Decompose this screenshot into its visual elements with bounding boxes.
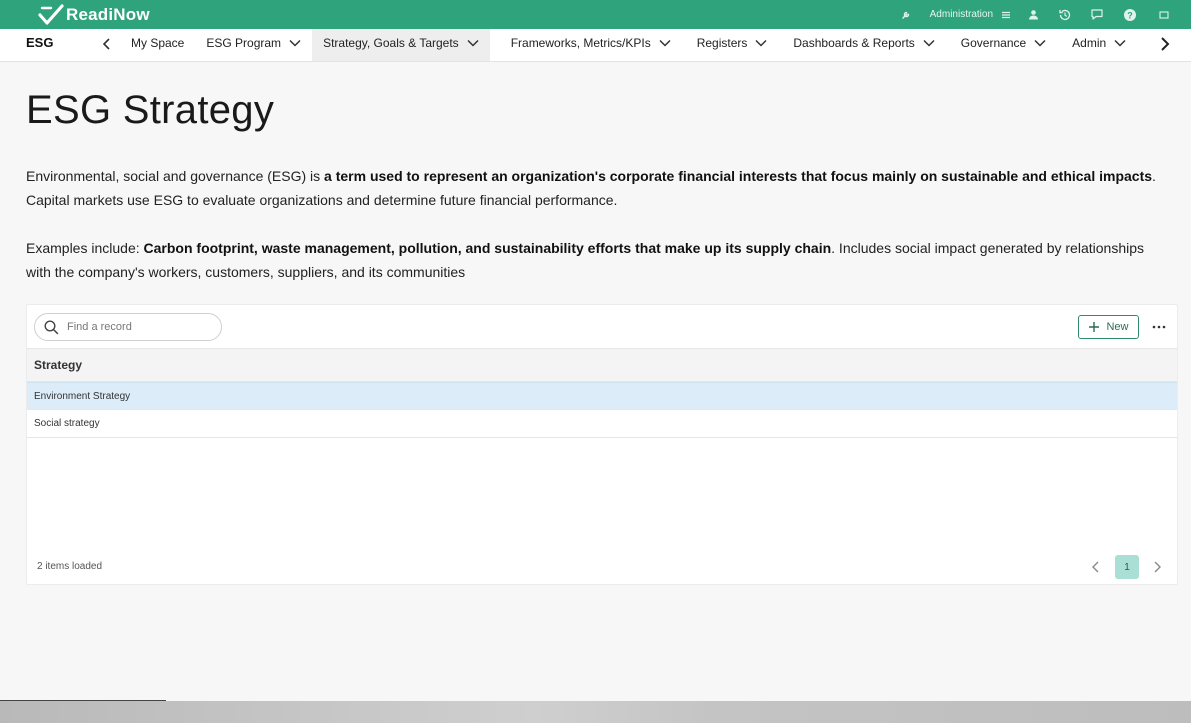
examples-paragraph: Examples include: Carbon footprint, wast… — [26, 236, 1166, 284]
nav-item-label: My Space — [131, 36, 185, 50]
wrench-icon[interactable] — [896, 0, 916, 29]
table-row[interactable]: Social strategy — [27, 410, 1177, 438]
svg-text:?: ? — [1127, 10, 1133, 20]
more-icon[interactable] — [1151, 319, 1167, 335]
table-cell: Environment Strategy — [34, 390, 131, 402]
new-button-label: New — [1106, 321, 1129, 333]
description-paragraph: Environmental, social and governance (ES… — [26, 164, 1166, 212]
administration-menu[interactable]: Administration — [930, 0, 1011, 29]
nav-item-label: Frameworks, Metrics/KPIs — [510, 36, 651, 50]
nav-item-label: Registers — [696, 36, 748, 50]
chevron-left-icon[interactable] — [100, 37, 114, 51]
bottom-bar — [0, 701, 1191, 723]
nav-item-my-space[interactable]: My Space — [120, 29, 195, 61]
top-bar: ReadiNow Administration ? — [0, 0, 1191, 29]
description-bold: a term used to represent an organization… — [324, 168, 1153, 184]
nav-item-label: Dashboards & Reports — [793, 36, 915, 50]
chevron-down-icon — [289, 39, 301, 47]
search-input[interactable] — [67, 321, 207, 333]
examples-text: Examples include: — [26, 240, 144, 256]
nav-item-label: Admin — [1072, 36, 1107, 50]
top-toolbar: Administration ? — [896, 0, 1191, 29]
app-navbar: ESG My Space ESG Program Strategy, Goals… — [0, 29, 1191, 62]
nav-item-admin[interactable]: Admin — [1061, 29, 1137, 61]
items-loaded-status: 2 items loaded — [37, 561, 103, 572]
nav-item-dashboards-reports[interactable]: Dashboards & Reports — [782, 29, 945, 61]
help-icon[interactable]: ? — [1113, 0, 1147, 29]
user-icon[interactable] — [1017, 0, 1049, 29]
search-box — [34, 313, 222, 341]
column-header-strategy[interactable]: Strategy — [27, 348, 1177, 382]
nav-item-strategy-goals-targets[interactable]: Strategy, Goals & Targets — [312, 29, 490, 61]
strategy-grid-panel: New Strategy Environment Strategy Social… — [26, 304, 1178, 585]
table-row[interactable]: Environment Strategy — [27, 382, 1177, 410]
administration-label: Administration — [929, 9, 993, 20]
chat-icon[interactable] — [1081, 0, 1113, 29]
chevron-down-icon — [1114, 39, 1126, 47]
column-header-label: Strategy — [34, 358, 83, 372]
readinow-logo-icon — [38, 3, 64, 25]
nav-item-label: ESG Program — [206, 36, 282, 50]
chevron-down-icon — [467, 39, 479, 47]
nav-item-governance[interactable]: Governance — [950, 29, 1057, 61]
table-cell: Social strategy — [34, 418, 100, 429]
fullscreen-icon[interactable] — [1147, 0, 1181, 29]
chevron-left-icon[interactable] — [1089, 559, 1103, 575]
pagination-page-button[interactable]: 1 — [1115, 555, 1139, 579]
nav-item-label: Governance — [960, 36, 1027, 50]
nav-items: My Space ESG Program Strategy, Goals & T… — [120, 29, 1137, 62]
chevron-down-icon — [659, 39, 671, 47]
page-number: 1 — [1124, 561, 1130, 573]
search-icon — [44, 319, 59, 334]
menu-icon — [1002, 11, 1010, 18]
new-button[interactable]: New — [1078, 315, 1139, 339]
app-name[interactable]: ESG — [26, 29, 53, 62]
nav-item-frameworks-metrics-kpis[interactable]: Frameworks, Metrics/KPIs — [500, 29, 682, 61]
nav-item-label: Strategy, Goals & Targets — [323, 36, 459, 50]
plus-icon — [1089, 322, 1100, 332]
chevron-down-icon — [755, 39, 767, 47]
brand-name: ReadiNow — [66, 4, 150, 24]
chevron-right-icon[interactable] — [1150, 559, 1164, 575]
chevron-down-icon — [923, 39, 935, 47]
description-text: Environmental, social and governance (ES… — [26, 168, 325, 184]
chevron-down-icon — [1034, 39, 1046, 47]
examples-bold: Carbon footprint, waste management, poll… — [143, 240, 832, 256]
page-title: ESG Strategy — [26, 88, 275, 132]
nav-item-esg-program[interactable]: ESG Program — [195, 29, 312, 61]
history-icon[interactable] — [1049, 0, 1081, 29]
chevron-right-icon[interactable] — [1158, 36, 1172, 52]
nav-item-registers[interactable]: Registers — [686, 29, 779, 61]
brand-logo[interactable]: ReadiNow — [38, 3, 150, 26]
